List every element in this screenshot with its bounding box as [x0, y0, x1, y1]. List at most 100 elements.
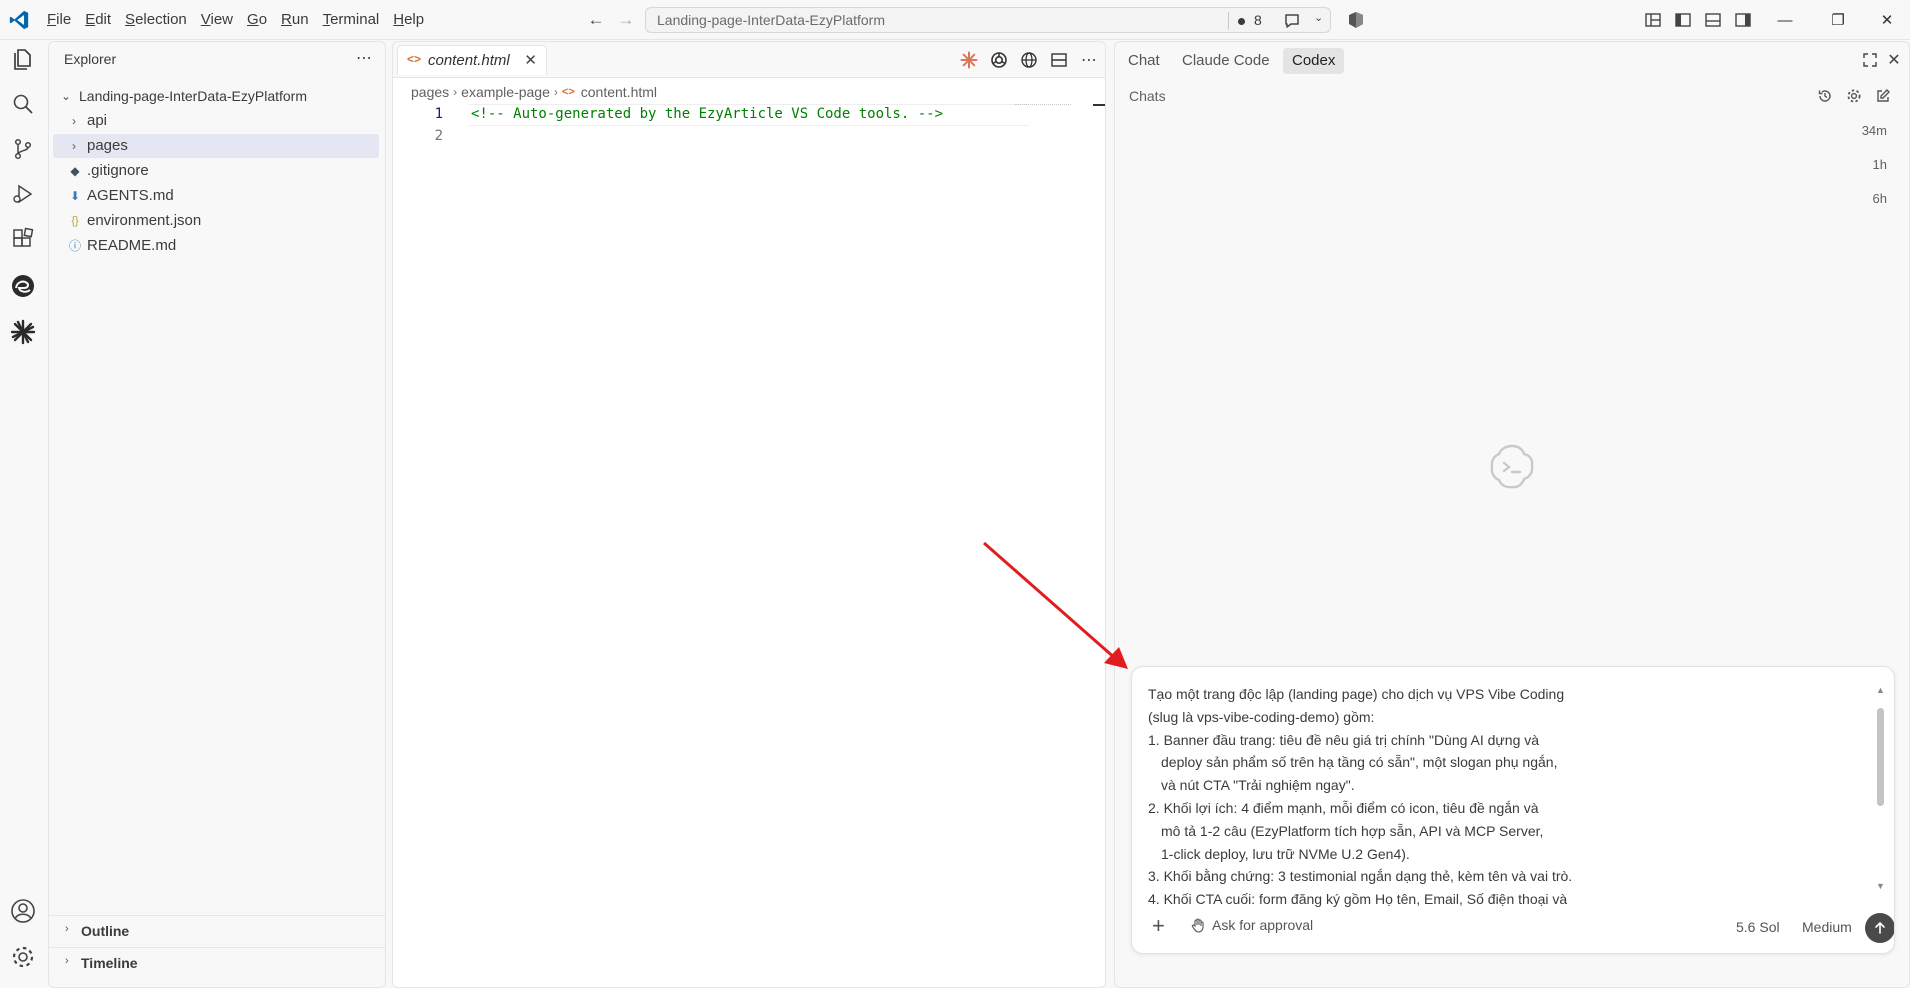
prompt-composer[interactable]: Tạo một trang độc lập (landing page) cho… — [1131, 666, 1895, 954]
tab-label: content.html — [428, 52, 510, 69]
new-chat-edit-icon[interactable] — [1873, 86, 1893, 106]
forward-arrow-icon[interactable]: → — [616, 10, 636, 30]
line-number: 1 — [434, 106, 443, 122]
arrow-up-icon — [1875, 922, 1885, 934]
extensions-icon[interactable] — [8, 224, 38, 254]
openai-action-icon[interactable] — [989, 50, 1009, 70]
prompt-line: 1-click deploy, lưu trữ NVMe U.2 Gen4). — [1161, 845, 1410, 862]
close-tab-icon[interactable]: ✕ — [524, 51, 537, 69]
explorer-icon[interactable] — [8, 43, 38, 73]
menu-help[interactable]: Help — [386, 0, 431, 40]
toggle-primary-sidebar-icon[interactable] — [1673, 10, 1693, 30]
activity-bar — [0, 40, 46, 988]
sidebar-title: Explorer — [64, 51, 117, 67]
minimize-icon[interactable]: — — [1762, 0, 1808, 40]
tree-item-environment-json[interactable]: {} environment.json — [53, 209, 379, 233]
more-actions-icon[interactable]: ⋯ — [1079, 50, 1099, 70]
history-icon[interactable] — [1815, 86, 1835, 106]
model-selector[interactable]: 5.6 Sol — [1736, 919, 1780, 935]
close-window-icon[interactable]: ✕ — [1864, 0, 1910, 40]
run-debug-icon[interactable] — [8, 179, 38, 209]
tree-item-label: AGENTS.md — [87, 187, 174, 204]
scroll-down-arrow-icon[interactable]: ▼ — [1876, 881, 1885, 891]
send-button[interactable] — [1865, 913, 1894, 943]
close-panel-icon[interactable]: ✕ — [1884, 50, 1904, 70]
tab-codex[interactable]: Codex — [1283, 48, 1345, 74]
chat-time-label[interactable]: 1h — [1873, 157, 1887, 172]
markdown-down-arrow-icon: ⬇ — [69, 189, 81, 203]
menu-go[interactable]: Go — [240, 0, 274, 40]
tree-root-folder[interactable]: ⌄ Landing-page-InterData-EzyPlatform — [53, 84, 379, 108]
menu-file[interactable]: File — [40, 0, 78, 40]
minimap[interactable] — [1015, 104, 1071, 108]
tree-item-pages[interactable]: › pages — [53, 134, 379, 158]
tree-item-gitignore[interactable]: ◆ .gitignore — [53, 159, 379, 183]
outline-section[interactable]: › Outline — [49, 915, 385, 945]
toggle-secondary-sidebar-icon[interactable] — [1733, 10, 1753, 30]
outline-label: Outline — [81, 923, 130, 939]
back-arrow-icon[interactable]: ← — [586, 10, 606, 30]
timeline-label: Timeline — [81, 955, 138, 971]
tree-item-label: pages — [87, 137, 128, 154]
prompt-line: 4. Khối CTA cuối: form đăng ký gồm Họ tê… — [1148, 891, 1568, 908]
html-file-icon: <> — [407, 52, 422, 66]
settings-gear-icon[interactable] — [1844, 86, 1864, 106]
accounts-shield-icon[interactable] — [1346, 10, 1366, 30]
tree-item-agents-md[interactable]: ⬇ AGENTS.md — [53, 184, 379, 208]
composer-scrollbar[interactable]: ▲ ▼ — [1876, 685, 1885, 893]
divider — [1228, 12, 1229, 30]
explorer-sidebar: Explorer ⋯ ⌄ Landing-page-InterData-EzyP… — [48, 41, 386, 988]
breadcrumb-item[interactable]: pages — [411, 84, 449, 100]
breadcrumb-item[interactable]: example-page — [461, 84, 550, 100]
chat-time-label[interactable]: 6h — [1873, 191, 1887, 206]
edge-browser-icon[interactable] — [8, 271, 38, 301]
prompt-input[interactable]: Tạo một trang độc lập (landing page) cho… — [1148, 683, 1608, 911]
claude-starburst-icon[interactable] — [8, 317, 38, 347]
code-editor[interactable]: 1 <!-- Auto-generated by the EzyArticle … — [393, 104, 1093, 984]
menu-selection[interactable]: Selection — [118, 0, 194, 40]
menu-terminal[interactable]: Terminal — [316, 0, 387, 40]
reasoning-effort-selector[interactable]: Medium — [1802, 919, 1852, 935]
maximize-icon[interactable] — [1860, 50, 1880, 70]
tree-item-readme-md[interactable]: ⓘ README.md — [53, 234, 379, 258]
globe-preview-icon[interactable] — [1019, 50, 1039, 70]
settings-gear-icon[interactable] — [8, 942, 38, 972]
command-center[interactable]: Landing-page-InterData-EzyPlatform 8 ⌄ — [645, 7, 1331, 33]
scroll-thumb[interactable] — [1877, 708, 1884, 806]
vscode-logo-icon — [9, 10, 29, 30]
breadcrumb-item[interactable]: content.html — [581, 84, 657, 100]
restore-icon[interactable]: ❐ — [1815, 0, 1861, 40]
tree-item-label: environment.json — [87, 212, 202, 229]
tab-content-html[interactable]: <> content.html ✕ — [397, 45, 547, 75]
add-context-plus-icon[interactable]: + — [1152, 915, 1165, 937]
approval-mode-button[interactable]: Ask for approval — [1190, 917, 1313, 933]
chats-label: Chats — [1129, 88, 1166, 104]
chevron-down-icon[interactable]: ⌄ — [1314, 11, 1323, 24]
account-icon[interactable] — [8, 896, 38, 926]
codex-logo-icon — [1490, 444, 1534, 489]
tab-chat[interactable]: Chat — [1119, 48, 1169, 74]
customize-layout-icon[interactable] — [1643, 10, 1663, 30]
tree-item-api[interactable]: › api — [53, 109, 379, 133]
chevron-right-icon: › — [72, 139, 76, 153]
overview-ruler-mark — [1093, 104, 1105, 106]
command-center-text: Landing-page-InterData-EzyPlatform — [657, 12, 886, 28]
prompt-line: deploy sản phẩm số trên hạ tầng có sẵn",… — [1161, 754, 1558, 771]
prompt-line: và nút CTA "Trải nghiệm ngay". — [1161, 777, 1355, 794]
copilot-chat-icon[interactable] — [1282, 11, 1302, 31]
tab-claude-code[interactable]: Claude Code — [1173, 48, 1279, 74]
chevron-right-icon: › — [65, 955, 69, 967]
timeline-section[interactable]: › Timeline — [49, 947, 385, 977]
toggle-panel-icon[interactable] — [1703, 10, 1723, 30]
more-actions-icon[interactable]: ⋯ — [356, 48, 373, 68]
editor-tab-bar: <> content.html ✕ ⋯ — [393, 42, 1105, 78]
chat-time-label[interactable]: 34m — [1862, 123, 1887, 138]
claude-action-icon[interactable] — [959, 50, 979, 70]
scroll-up-arrow-icon[interactable]: ▲ — [1876, 685, 1885, 695]
source-control-icon[interactable] — [8, 134, 38, 164]
menu-view[interactable]: View — [194, 0, 240, 40]
split-editor-icon[interactable] — [1049, 50, 1069, 70]
search-icon[interactable] — [8, 89, 38, 119]
menu-run[interactable]: Run — [274, 0, 316, 40]
menu-edit[interactable]: Edit — [78, 0, 118, 40]
